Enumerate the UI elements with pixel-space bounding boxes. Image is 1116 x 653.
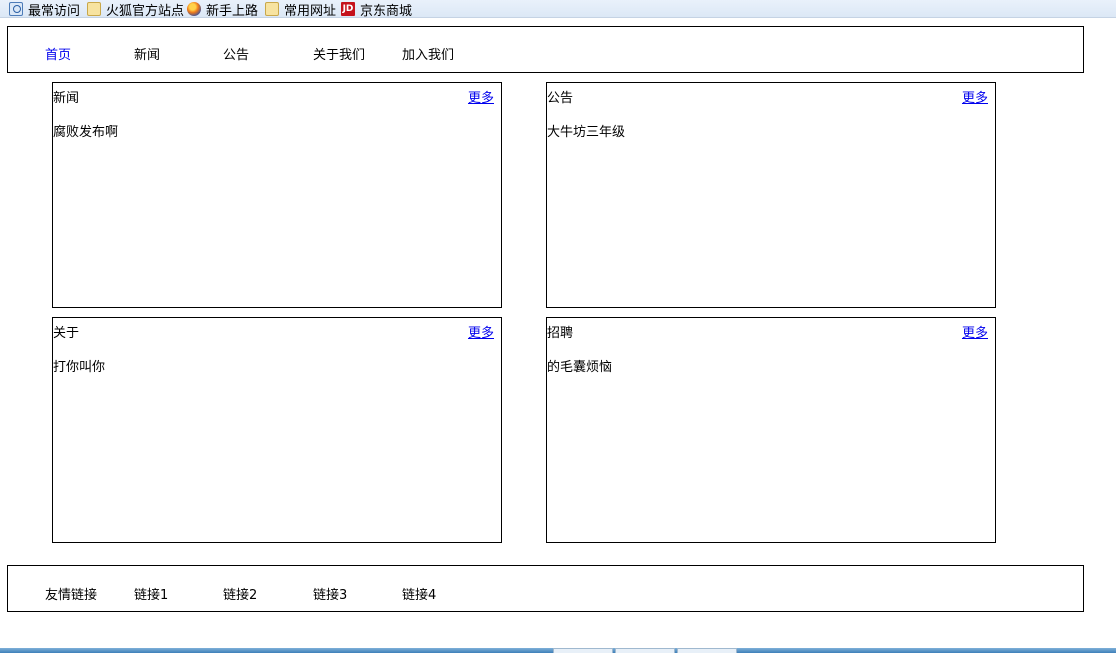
panel-content: 腐败发布啊: [53, 125, 119, 140]
notice-panel: 公告 更多 大牛坊三年级: [546, 82, 996, 308]
bookmark-firefox-official[interactable]: 火狐官方站点: [87, 0, 185, 19]
friend-links-label: 友情链接: [45, 588, 98, 603]
footer-link-1[interactable]: 链接1: [134, 584, 168, 603]
taskbar-button[interactable]: [615, 648, 675, 653]
panel-title: 公告: [547, 91, 574, 106]
jobs-panel: 招聘 更多 的毛囊烦恼: [546, 317, 996, 543]
bookmark-most-visited[interactable]: 最常访问: [9, 0, 81, 19]
recent-icon: [9, 2, 23, 16]
main-nav: 首页 新闻 公告 关于我们 加入我们: [7, 26, 1084, 73]
bookmark-label: 常用网址: [284, 3, 337, 19]
folder-icon: [87, 2, 101, 16]
panel-content: 打你叫你: [53, 360, 106, 375]
bookmark-getting-started[interactable]: 新手上路: [187, 0, 259, 19]
more-link[interactable]: 更多: [962, 87, 988, 106]
firefox-icon: [187, 2, 201, 16]
panel-content: 的毛囊烦恼: [547, 360, 613, 375]
bookmark-label: 最常访问: [28, 3, 81, 19]
bookmarks-toolbar: 最常访问 火狐官方站点 新手上路 常用网址 JD 京东商城: [0, 0, 1116, 19]
bookmark-common-sites[interactable]: 常用网址: [265, 0, 337, 19]
nav-join[interactable]: 加入我们: [402, 44, 454, 63]
jd-icon: JD: [341, 2, 355, 16]
panel-title: 新闻: [53, 91, 80, 106]
nav-news[interactable]: 新闻: [134, 44, 160, 63]
more-link[interactable]: 更多: [468, 322, 494, 341]
taskbar-button[interactable]: [677, 648, 737, 653]
more-link[interactable]: 更多: [468, 87, 494, 106]
bookmark-jd[interactable]: JD 京东商城: [341, 0, 413, 19]
folder-icon: [265, 2, 279, 16]
taskbar-button[interactable]: [553, 648, 613, 653]
panel-title: 关于: [53, 326, 80, 341]
footer-links: 友情链接 链接1 链接2 链接3 链接4: [7, 565, 1084, 612]
news-panel: 新闻 更多 腐败发布啊: [52, 82, 502, 308]
bookmark-label: 火狐官方站点: [106, 3, 185, 19]
footer-link-2[interactable]: 链接2: [223, 584, 257, 603]
about-panel: 关于 更多 打你叫你: [52, 317, 502, 543]
panel-title: 招聘: [547, 326, 574, 341]
bookmark-label: 京东商城: [360, 3, 413, 19]
nav-notice[interactable]: 公告: [223, 44, 249, 63]
panel-content: 大牛坊三年级: [547, 125, 626, 140]
nav-home[interactable]: 首页: [45, 44, 71, 63]
footer-link-4[interactable]: 链接4: [402, 584, 436, 603]
bookmark-label: 新手上路: [206, 3, 259, 19]
nav-about[interactable]: 关于我们: [313, 44, 365, 63]
footer-link-3[interactable]: 链接3: [313, 584, 347, 603]
more-link[interactable]: 更多: [962, 322, 988, 341]
